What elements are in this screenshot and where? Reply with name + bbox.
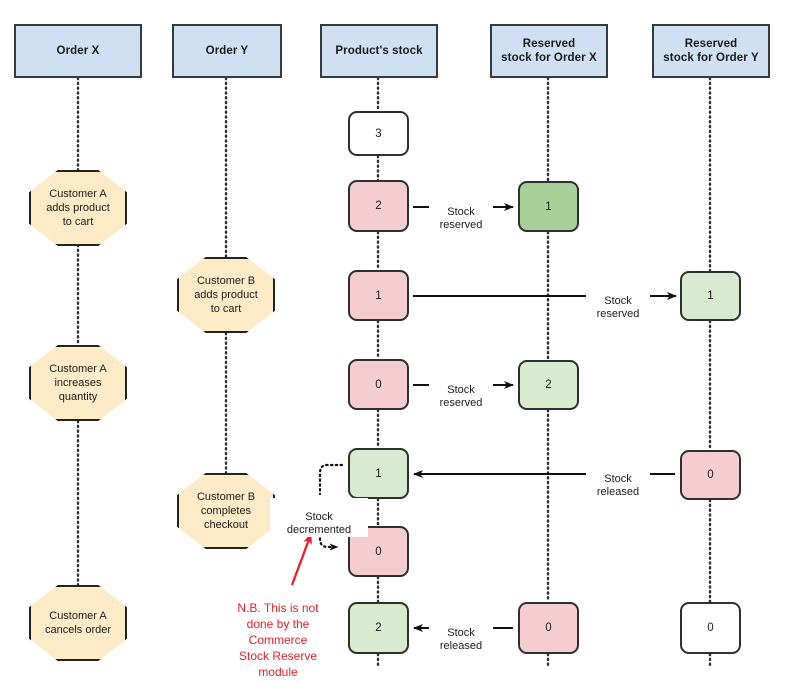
edge-label-text: Stock reserved bbox=[439, 206, 483, 231]
event-label: Customer B completes checkout bbox=[196, 491, 256, 531]
event-customer-a-increases-quantity[interactable]: Customer A increases quantity bbox=[29, 345, 127, 421]
event-customer-a-adds-product[interactable]: Customer A adds product to cart bbox=[29, 170, 127, 246]
lane-header-product-stock[interactable]: Product's stock bbox=[320, 24, 438, 78]
edge-label-stock-reserved-1: Stock reserved bbox=[429, 193, 493, 232]
lane-header-reserved-stock-order-y[interactable]: Reserved stock for Order Y bbox=[652, 24, 770, 78]
state-box-stock-0-a[interactable]: 0 bbox=[348, 359, 409, 410]
state-value: 0 bbox=[375, 545, 382, 558]
connector-layer bbox=[76, 76, 712, 670]
state-value: 1 bbox=[707, 290, 714, 302]
state-box-stock-2[interactable]: 2 bbox=[348, 180, 409, 232]
state-box-reserved-x-1[interactable]: 1 bbox=[518, 181, 579, 232]
state-box-reserved-y-0-b[interactable]: 0 bbox=[680, 602, 741, 654]
state-value: 2 bbox=[545, 379, 552, 391]
lane-header-label: Product's stock bbox=[335, 45, 423, 57]
arrow-stock-decremented bbox=[318, 463, 344, 496]
edge-label-text: Stock reserved bbox=[439, 384, 483, 409]
event-label: Customer A adds product to cart bbox=[46, 188, 110, 228]
event-customer-b-adds-product[interactable]: Customer B adds product to cart bbox=[177, 257, 275, 333]
state-box-reserved-x-2[interactable]: 2 bbox=[518, 360, 579, 410]
state-value: 2 bbox=[375, 200, 382, 212]
diagram-canvas: Order X Order Y Product's stock Reserved… bbox=[0, 0, 789, 684]
state-box-stock-1[interactable]: 1 bbox=[348, 270, 409, 321]
state-value: 1 bbox=[545, 200, 552, 213]
lane-header-label: Order Y bbox=[205, 45, 249, 57]
event-label: Customer A increases quantity bbox=[49, 363, 107, 403]
edge-label-stock-released-2: Stock released bbox=[429, 614, 493, 653]
event-label: Customer A cancels order bbox=[44, 610, 112, 636]
edge-label-text: Stock reserved bbox=[596, 295, 640, 320]
lane-header-label: Reserved stock for Order Y bbox=[663, 38, 759, 64]
state-value: 0 bbox=[545, 622, 552, 634]
state-box-stock-3[interactable]: 3 bbox=[348, 111, 409, 156]
lane-header-label: Reserved stock for Order X bbox=[501, 38, 597, 64]
note-pointer-arrow bbox=[290, 533, 313, 586]
edge-label-text: Stock decremented bbox=[286, 511, 352, 536]
edge-label-text: Stock released bbox=[439, 627, 483, 652]
state-value: 1 bbox=[375, 289, 382, 302]
state-box-stock-1-b[interactable]: 1 bbox=[348, 448, 409, 499]
state-value: 1 bbox=[375, 467, 382, 480]
state-value: 3 bbox=[375, 127, 382, 140]
lane-header-order-y[interactable]: Order Y bbox=[172, 24, 282, 78]
lane-header-order-x[interactable]: Order X bbox=[14, 24, 142, 78]
state-box-reserved-y-1[interactable]: 1 bbox=[680, 271, 741, 321]
state-box-reserved-x-0[interactable]: 0 bbox=[518, 602, 579, 654]
edge-label-stock-reserved-2: Stock reserved bbox=[586, 282, 650, 321]
event-label: Customer B adds product to cart bbox=[194, 275, 258, 315]
nb-note: N.B. This is not done by the Commerce St… bbox=[198, 584, 358, 680]
state-value: 0 bbox=[375, 378, 382, 391]
event-customer-a-cancels-order[interactable]: Customer A cancels order bbox=[29, 585, 127, 661]
edge-label-stock-decremented: Stock decremented bbox=[270, 498, 368, 537]
state-value: 2 bbox=[375, 622, 382, 634]
edge-label-text: Stock released bbox=[596, 473, 640, 498]
nb-note-text: N.B. This is not done by the Commerce St… bbox=[237, 601, 319, 679]
lane-header-reserved-stock-order-x[interactable]: Reserved stock for Order X bbox=[490, 24, 608, 78]
edge-label-stock-reserved-3: Stock reserved bbox=[429, 371, 493, 410]
state-value: 0 bbox=[707, 622, 714, 634]
edge-label-stock-released-1: Stock released bbox=[586, 460, 650, 499]
state-box-reserved-y-0[interactable]: 0 bbox=[680, 450, 741, 500]
lane-header-label: Order X bbox=[56, 45, 100, 57]
state-value: 0 bbox=[707, 469, 714, 481]
event-customer-b-completes-checkout[interactable]: Customer B completes checkout bbox=[177, 473, 275, 549]
